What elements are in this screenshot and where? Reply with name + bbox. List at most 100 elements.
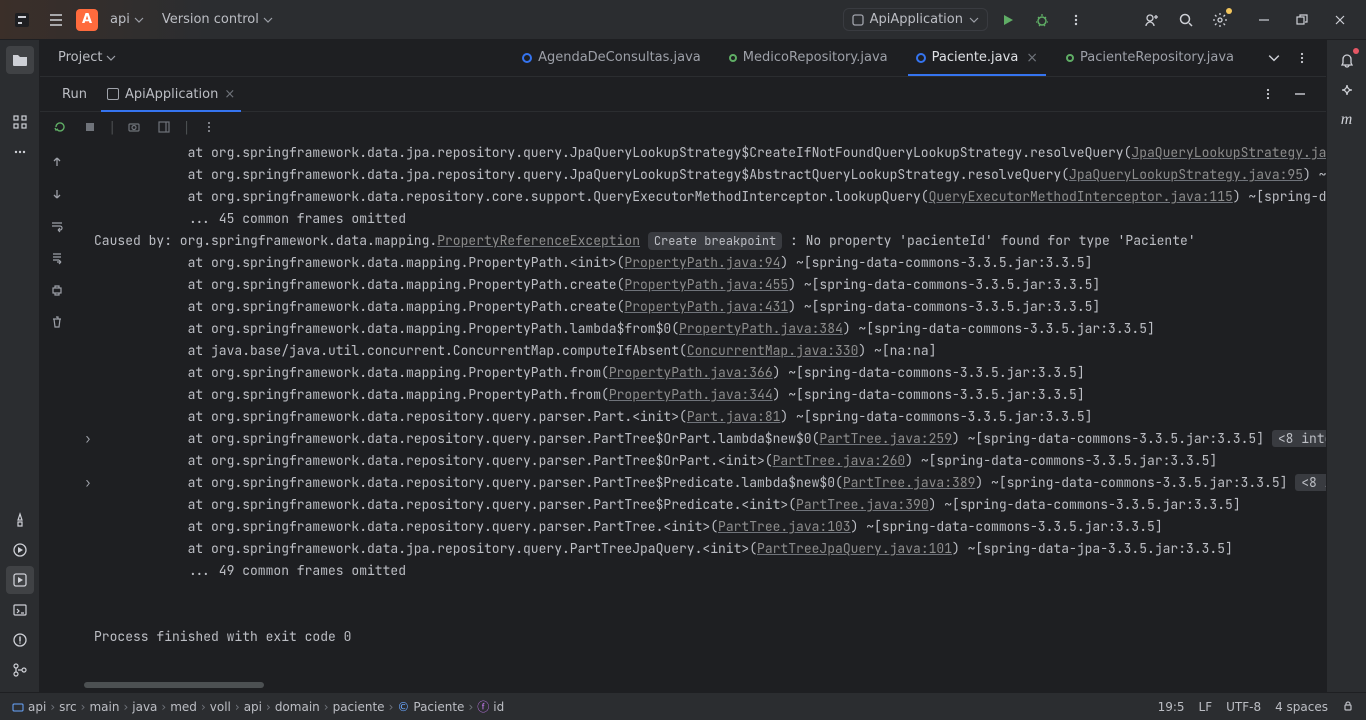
console-output[interactable]: at org.springframework.data.jpa.reposito… — [74, 142, 1326, 682]
tab-list-dropdown[interactable] — [1262, 46, 1286, 70]
more-tools-icon[interactable] — [6, 138, 34, 166]
panel-minimize-icon[interactable] — [1286, 80, 1314, 108]
services-tool-icon[interactable] — [6, 536, 34, 564]
breadcrumb-separator: › — [324, 700, 329, 714]
status-encoding[interactable]: UTF-8 — [1226, 700, 1261, 714]
expand-frames-icon[interactable]: › — [84, 472, 94, 494]
screenshot-icon[interactable] — [124, 117, 144, 137]
project-tool-icon[interactable] — [6, 46, 34, 74]
close-icon[interactable]: × — [224, 87, 235, 102]
notifications-icon[interactable] — [1333, 46, 1361, 74]
run-panel-header: Run ApiApplication × — [40, 76, 1326, 112]
tab-apiapplication[interactable]: ApiApplication × — [97, 76, 245, 112]
editor-tab-label: AgendaDeConsultas.java — [538, 50, 701, 65]
status-indent[interactable]: 4 spaces — [1275, 700, 1328, 714]
editor-tab[interactable]: AgendaDeConsultas.java — [508, 40, 715, 76]
status-line-sep[interactable]: LF — [1199, 700, 1213, 714]
stack-trace-link[interactable]: PropertyReferenceException — [437, 232, 640, 249]
stack-trace-link[interactable]: QueryExecutorMethodInterceptor.java:115 — [929, 188, 1233, 205]
soft-wrap-icon[interactable] — [47, 216, 67, 236]
close-icon[interactable]: × — [1026, 50, 1038, 66]
stack-trace-link[interactable]: JpaQueryLookupStrategy.java:2 — [1131, 144, 1326, 161]
build-tool-icon[interactable] — [6, 506, 34, 534]
stack-trace-link[interactable]: PartTreeJpaQuery.java:101 — [757, 540, 952, 557]
stack-trace-link[interactable]: PropertyPath.java:455 — [624, 276, 788, 293]
expand-frames-icon[interactable]: › — [84, 428, 94, 450]
stop-icon[interactable] — [80, 117, 100, 137]
intellij-logo-icon[interactable] — [8, 6, 36, 34]
scroll-to-end-icon[interactable] — [47, 248, 67, 268]
stack-trace-link[interactable]: PartTree.java:260 — [773, 452, 906, 469]
scroll-down-icon[interactable] — [47, 184, 67, 204]
interface-icon — [729, 54, 737, 62]
stack-trace-link[interactable]: PartTree.java:259 — [819, 430, 952, 447]
collapsed-frames-badge[interactable]: <8 internal — [1272, 430, 1326, 447]
right-tool-rail: m — [1326, 40, 1366, 692]
editor-tab[interactable]: Paciente.java× — [902, 40, 1052, 76]
collapsed-frames-badge[interactable]: <8 inter — [1295, 474, 1326, 491]
rerun-icon[interactable] — [50, 117, 70, 137]
settings-icon[interactable] — [1206, 6, 1234, 34]
window-close[interactable] — [1322, 6, 1358, 34]
stack-trace-link[interactable]: Part.java:81 — [687, 408, 781, 425]
code-with-me-icon[interactable] — [1138, 6, 1166, 34]
stack-trace-link[interactable]: PropertyPath.java:366 — [609, 364, 773, 381]
git-tool-icon[interactable] — [6, 656, 34, 684]
stack-trace-link[interactable]: JpaQueryLookupStrategy.java:95 — [1069, 166, 1303, 183]
editor-tab[interactable]: MedicoRepository.java — [715, 40, 902, 76]
stack-trace-link[interactable]: PartTree.java:390 — [796, 496, 929, 513]
breadcrumb-item[interactable]: med — [170, 700, 197, 714]
breadcrumb-item[interactable]: ©Paciente — [397, 700, 464, 714]
window-minimize[interactable] — [1246, 6, 1282, 34]
project-tool-dropdown[interactable]: Project — [52, 46, 122, 69]
run-button[interactable] — [994, 6, 1022, 34]
breadcrumb-item[interactable]: java — [132, 700, 157, 714]
run-toolbar: | | — [40, 112, 1326, 142]
editor-tab[interactable]: PacienteRepository.java — [1052, 40, 1248, 76]
breadcrumb-item[interactable]: api — [12, 700, 46, 714]
print-icon[interactable] — [47, 280, 67, 300]
clear-icon[interactable] — [47, 312, 67, 332]
breadcrumb-item[interactable]: paciente — [333, 700, 385, 714]
create-breakpoint-badge[interactable]: Create breakpoint — [648, 232, 782, 250]
breadcrumb-item[interactable]: ⓕid — [477, 698, 504, 715]
horizontal-scrollbar[interactable] — [74, 682, 1326, 692]
search-everywhere-icon[interactable] — [1172, 6, 1200, 34]
tab-run[interactable]: Run — [52, 76, 97, 112]
tab-actions-menu[interactable] — [1290, 46, 1314, 70]
ai-assistant-icon[interactable] — [1333, 76, 1361, 104]
structure-tool-icon[interactable] — [6, 108, 34, 136]
panel-options-icon[interactable] — [1254, 80, 1282, 108]
editor-tab-label: PacienteRepository.java — [1080, 50, 1234, 65]
maven-tool-icon[interactable]: m — [1333, 106, 1361, 134]
breadcrumb-item[interactable]: api — [244, 700, 262, 714]
breadcrumb-item[interactable]: main — [89, 700, 119, 714]
stack-trace-link[interactable]: PartTree.java:389 — [843, 474, 976, 491]
breadcrumb-item[interactable]: src — [59, 700, 77, 714]
stack-trace-link[interactable]: PropertyPath.java:344 — [609, 386, 773, 403]
stack-trace-link[interactable]: PartTree.java:103 — [718, 518, 851, 535]
window-maximize[interactable] — [1284, 6, 1320, 34]
run-tool-icon[interactable] — [6, 566, 34, 594]
layout-icon[interactable] — [154, 117, 174, 137]
breadcrumbs[interactable]: api›src›main›java›med›voll›api›domain›pa… — [12, 698, 504, 715]
project-name-dropdown[interactable]: api — [104, 8, 150, 31]
stack-trace-link[interactable]: PropertyPath.java:431 — [624, 298, 788, 315]
more-run-options[interactable] — [1062, 6, 1090, 34]
breadcrumb-separator: › — [201, 700, 206, 714]
debug-button[interactable] — [1028, 6, 1056, 34]
stack-trace-link[interactable]: PropertyPath.java:384 — [679, 320, 843, 337]
terminal-tool-icon[interactable] — [6, 596, 34, 624]
problems-tool-icon[interactable] — [6, 626, 34, 654]
main-menu-icon[interactable] — [42, 6, 70, 34]
toolbar-more-icon[interactable] — [199, 117, 219, 137]
breadcrumb-item[interactable]: domain — [275, 700, 320, 714]
stack-trace-link[interactable]: PropertyPath.java:94 — [624, 254, 780, 271]
readonly-lock-icon[interactable] — [1342, 700, 1354, 714]
run-config-dropdown[interactable]: ApiApplication — [843, 8, 988, 31]
stack-trace-link[interactable]: ConcurrentMap.java:330 — [687, 342, 859, 359]
breadcrumb-item[interactable]: voll — [210, 700, 231, 714]
vcs-dropdown[interactable]: Version control — [156, 8, 279, 31]
scroll-up-icon[interactable] — [47, 152, 67, 172]
status-line-col[interactable]: 19:5 — [1158, 700, 1185, 714]
